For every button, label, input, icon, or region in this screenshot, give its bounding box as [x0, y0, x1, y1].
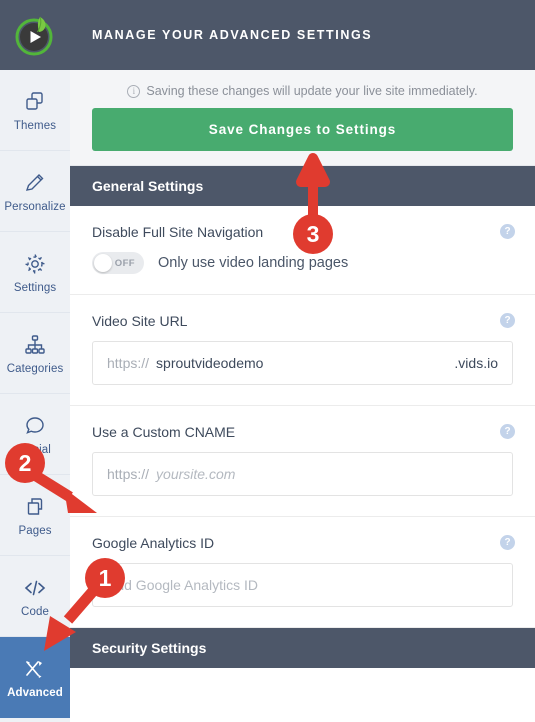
- toggle-state-label: OFF: [114, 257, 135, 269]
- save-bar: i Saving these changes will update your …: [70, 70, 535, 166]
- sidebar: Themes Personalize Settings Categories P…: [0, 0, 70, 722]
- annotation-badge-1: 1: [85, 558, 125, 598]
- section-header-security: Security Settings: [70, 628, 535, 668]
- gear-icon: [23, 251, 47, 277]
- sidebar-item-categories[interactable]: Categories: [0, 313, 70, 394]
- analytics-placeholder: Add Google Analytics ID: [107, 577, 258, 593]
- annotation-badge-3: 3: [293, 214, 333, 254]
- main-panel: Manage Your Advanced Settings i Saving t…: [70, 0, 535, 722]
- url-prefix: https://: [107, 355, 150, 371]
- field-label: Video Site URL: [92, 313, 188, 329]
- video-site-url-input[interactable]: https:// sproutvideodemo .vids.io: [92, 341, 513, 385]
- save-notice-text: Saving these changes will update your li…: [146, 84, 478, 98]
- save-changes-button[interactable]: Save Changes to Settings: [92, 108, 513, 151]
- sidebar-item-label: Categories: [6, 362, 64, 375]
- sidebar-item-label: Advanced: [7, 686, 63, 699]
- sidebar-item-personalize[interactable]: Personalize: [0, 151, 70, 232]
- page-header: Manage Your Advanced Settings: [70, 0, 535, 70]
- google-analytics-input[interactable]: Add Google Analytics ID: [92, 563, 513, 607]
- sidebar-item-themes[interactable]: Themes: [0, 70, 70, 151]
- sidebar-item-pages[interactable]: Pages: [0, 475, 70, 556]
- advanced-settings-screen: Themes Personalize Settings Categories P…: [0, 0, 535, 722]
- question-help-icon[interactable]: ?: [500, 224, 515, 239]
- save-notice: i Saving these changes will update your …: [92, 80, 513, 108]
- sidebar-item-label: Code: [21, 605, 49, 618]
- info-circle-icon: i: [127, 84, 141, 98]
- cname-placeholder: yoursite.com: [156, 466, 236, 482]
- sproutvideo-logo: [12, 12, 58, 58]
- question-help-icon[interactable]: ?: [500, 313, 515, 328]
- pencil-icon: [23, 170, 47, 196]
- logo-container[interactable]: [0, 0, 70, 70]
- question-help-icon[interactable]: ?: [500, 424, 515, 439]
- tools-icon: [22, 656, 48, 682]
- question-help-icon[interactable]: ?: [500, 535, 515, 550]
- field-google-analytics-id: Google Analytics ID ? Add Google Analyti…: [70, 517, 535, 628]
- url-value: sproutvideodemo: [156, 355, 264, 371]
- field-custom-cname: Use a Custom CNAME ? https:// yoursite.c…: [70, 406, 535, 517]
- toggle-row: OFF Only use video landing pages: [92, 252, 513, 274]
- sidebar-item-label: Themes: [13, 119, 57, 132]
- field-video-site-url: Video Site URL ? https:// sproutvideodem…: [70, 295, 535, 406]
- url-prefix: https://: [107, 466, 150, 482]
- pages-icon: [23, 494, 47, 520]
- code-icon: [22, 575, 48, 601]
- toggle-description: Only use video landing pages: [158, 255, 349, 271]
- field-label: Google Analytics ID: [92, 535, 215, 551]
- disable-navigation-toggle[interactable]: OFF: [92, 252, 144, 274]
- annotation-badge-2: 2: [5, 443, 45, 483]
- sidebar-item-label: Settings: [13, 281, 57, 294]
- chat-bubble-icon: [23, 413, 47, 439]
- section-header-general: General Settings: [70, 166, 535, 206]
- sidebar-item-label: Pages: [18, 524, 52, 537]
- page-title: Manage Your Advanced Settings: [92, 28, 373, 42]
- field-label: Use a Custom CNAME: [92, 424, 236, 440]
- sidebar-item-label: Personalize: [4, 200, 66, 213]
- toggle-knob: [94, 254, 112, 272]
- sitemap-icon: [23, 332, 47, 358]
- sidebar-item-settings[interactable]: Settings: [0, 232, 70, 313]
- custom-cname-input[interactable]: https:// yoursite.com: [92, 452, 513, 496]
- sidebar-item-code[interactable]: Code: [0, 556, 70, 637]
- sidebar-item-advanced[interactable]: Advanced: [0, 637, 70, 718]
- url-suffix: .vids.io: [454, 355, 498, 371]
- themes-icon: [23, 89, 47, 115]
